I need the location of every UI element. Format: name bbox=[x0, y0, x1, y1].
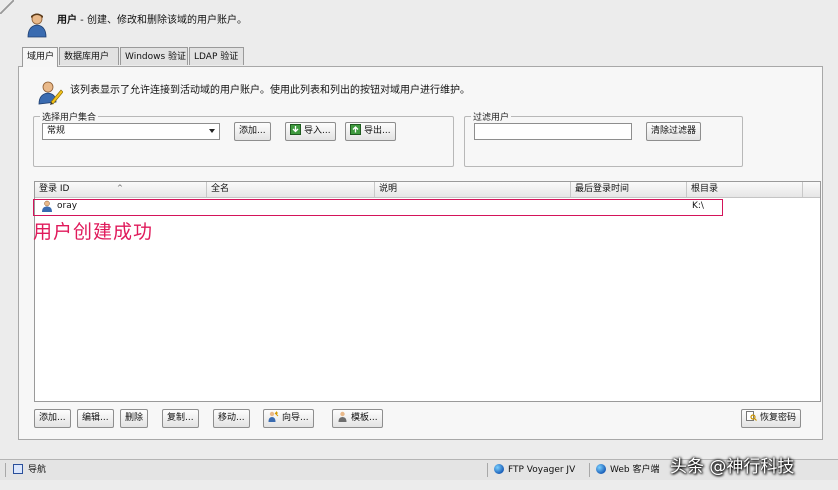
tab-database-users[interactable]: 数据库用户 bbox=[59, 47, 119, 65]
clear-filter-label: 清除过滤器 bbox=[651, 126, 697, 136]
template-button[interactable]: 模板... bbox=[332, 409, 383, 428]
column-header-home-dir[interactable]: 根目录 bbox=[687, 182, 803, 197]
wizard-label: 向导... bbox=[282, 413, 309, 423]
page-title: 用户 - 创建、修改和删除该域的用户账户。 bbox=[57, 11, 247, 26]
annotation-text: 用户创建成功 bbox=[33, 221, 154, 243]
import-label: 导入... bbox=[304, 126, 331, 136]
import-icon bbox=[290, 124, 301, 135]
tab-ldap-auth[interactable]: LDAP 验证 bbox=[189, 47, 244, 65]
user-icon bbox=[26, 12, 48, 38]
add-user-button[interactable]: 添加... bbox=[34, 409, 71, 428]
clear-filter-button[interactable]: 清除过滤器 bbox=[646, 122, 702, 141]
template-icon bbox=[337, 411, 348, 422]
highlight-box bbox=[33, 199, 723, 216]
export-label: 导出... bbox=[364, 126, 391, 136]
wizard-button[interactable]: 向导... bbox=[263, 409, 314, 428]
resize-grip[interactable] bbox=[0, 0, 14, 14]
navigation-icon bbox=[13, 464, 23, 474]
tab-windows-auth[interactable]: Windows 验证 bbox=[120, 47, 188, 65]
user-set-legend: 选择用户集合 bbox=[42, 113, 97, 123]
sort-ascending-icon: ^ bbox=[117, 184, 123, 192]
delete-user-button[interactable]: 删除 bbox=[120, 409, 149, 428]
web-client-label: Web 客户端 bbox=[610, 465, 660, 475]
export-button[interactable]: 导出... bbox=[345, 122, 396, 141]
column-header-description[interactable]: 说明 bbox=[375, 182, 571, 197]
user-set-selected: 常规 bbox=[47, 126, 66, 136]
add-user-set-button[interactable]: 添加... bbox=[234, 122, 271, 141]
column-login-id-label: 登录 ID bbox=[39, 184, 70, 194]
restore-password-button[interactable]: 恢复密码 bbox=[741, 409, 802, 428]
info-text: 该列表显示了允许连接到活动域的用户账户。使用此列表和列出的按钮对域用户进行维护。 bbox=[70, 85, 470, 96]
move-user-button[interactable]: 移动... bbox=[213, 409, 250, 428]
copy-user-button[interactable]: 复制... bbox=[162, 409, 199, 428]
add-user-set-label: 添加... bbox=[239, 126, 266, 136]
filter-legend: 过滤用户 bbox=[473, 113, 510, 123]
tab-domain-users[interactable]: 域用户 bbox=[22, 47, 58, 67]
key-icon bbox=[746, 411, 757, 422]
template-label: 模板... bbox=[351, 413, 378, 423]
status-divider bbox=[589, 463, 590, 477]
nav-item[interactable]: 导航 bbox=[13, 460, 46, 480]
column-header-login-id[interactable]: 登录 ID ^ bbox=[35, 182, 207, 197]
import-button[interactable]: 导入... bbox=[285, 122, 336, 141]
page-title-subtitle: - 创建、修改和删除该域的用户账户。 bbox=[77, 15, 247, 26]
restore-password-label: 恢复密码 bbox=[760, 413, 797, 423]
ftp-voyager-item[interactable]: FTP Voyager JV bbox=[494, 460, 575, 480]
ftp-voyager-label: FTP Voyager JV bbox=[508, 465, 576, 475]
chevron-down-icon bbox=[209, 129, 215, 133]
edit-user-button[interactable]: 编辑... bbox=[77, 409, 114, 428]
globe-icon bbox=[494, 464, 504, 474]
table-header: 登录 ID ^ 全名 说明 最后登录时间 根目录 bbox=[35, 182, 820, 198]
column-header-last-login[interactable]: 最后登录时间 bbox=[571, 182, 687, 197]
web-client-item[interactable]: Web 客户端 bbox=[596, 460, 659, 480]
user-edit-icon bbox=[37, 80, 64, 106]
column-header-full-name[interactable]: 全名 bbox=[207, 182, 375, 197]
globe-icon bbox=[596, 464, 606, 474]
export-icon bbox=[350, 124, 361, 135]
filter-input[interactable] bbox=[474, 123, 632, 140]
status-divider bbox=[487, 463, 488, 477]
status-divider bbox=[5, 463, 6, 477]
nav-label: 导航 bbox=[28, 465, 47, 475]
watermark: 头条 @神行科技 bbox=[670, 457, 795, 477]
wizard-icon bbox=[268, 411, 279, 422]
user-set-select[interactable]: 常规 bbox=[42, 123, 220, 140]
page-title-main: 用户 bbox=[57, 15, 77, 26]
